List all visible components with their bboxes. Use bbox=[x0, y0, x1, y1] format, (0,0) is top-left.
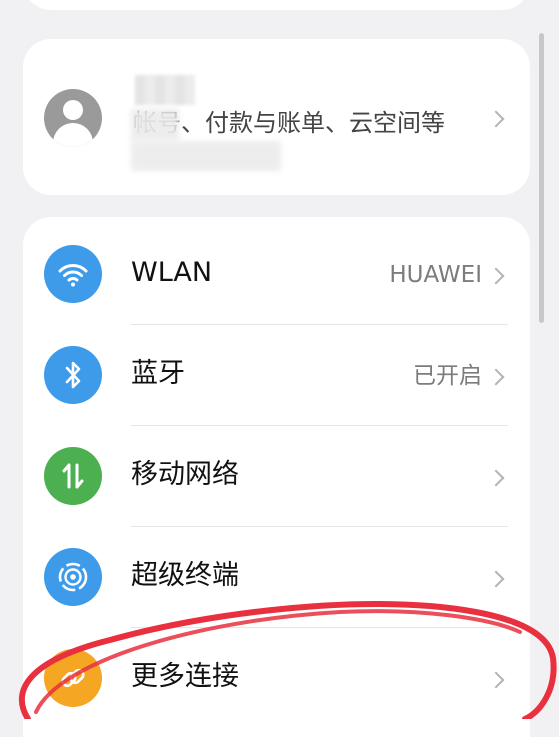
account-description: 帐号、付款与账单、云空间等 bbox=[133, 109, 445, 137]
chevron-right-icon bbox=[487, 671, 505, 689]
settings-item-value: HUAWEI bbox=[389, 262, 482, 288]
bluetooth-icon bbox=[44, 346, 102, 404]
account-card[interactable]: 帐号、付款与账单、云空间等 bbox=[23, 39, 530, 195]
avatar-icon bbox=[44, 89, 102, 147]
settings-item-label: 超级终端 bbox=[131, 560, 239, 591]
settings-item-more-connections[interactable]: 更多连接 bbox=[23, 621, 530, 721]
previous-card bbox=[23, 0, 530, 10]
settings-item-mobile-network[interactable]: 移动网络 bbox=[23, 419, 530, 527]
account-name bbox=[135, 75, 195, 105]
settings-item-label: 更多连接 bbox=[131, 661, 239, 692]
settings-item-wlan[interactable]: WLAN HUAWEI bbox=[23, 217, 530, 325]
connectivity-card: WLAN HUAWEI 蓝牙 已开启 移动网络 超级终端 更多连接 bbox=[23, 217, 530, 737]
privacy-blur bbox=[131, 109, 179, 141]
chevron-right-icon bbox=[487, 469, 505, 487]
mobile-data-icon bbox=[44, 447, 102, 505]
settings-item-super-device[interactable]: 超级终端 bbox=[23, 520, 530, 628]
super-device-icon bbox=[44, 548, 102, 606]
settings-item-label: 移动网络 bbox=[131, 459, 239, 490]
chevron-right-icon bbox=[487, 570, 505, 588]
wifi-icon bbox=[44, 245, 102, 303]
chevron-right-icon bbox=[487, 267, 505, 285]
settings-item-value: 已开启 bbox=[413, 363, 482, 389]
settings-item-label: WLAN bbox=[131, 257, 213, 288]
link-icon bbox=[44, 649, 102, 707]
scrollbar[interactable] bbox=[539, 33, 544, 323]
chevron-right-icon bbox=[487, 110, 505, 128]
privacy-blur bbox=[131, 141, 281, 171]
settings-item-label: 蓝牙 bbox=[131, 358, 185, 389]
settings-item-bluetooth[interactable]: 蓝牙 已开启 bbox=[23, 318, 530, 426]
chevron-right-icon bbox=[487, 368, 505, 386]
